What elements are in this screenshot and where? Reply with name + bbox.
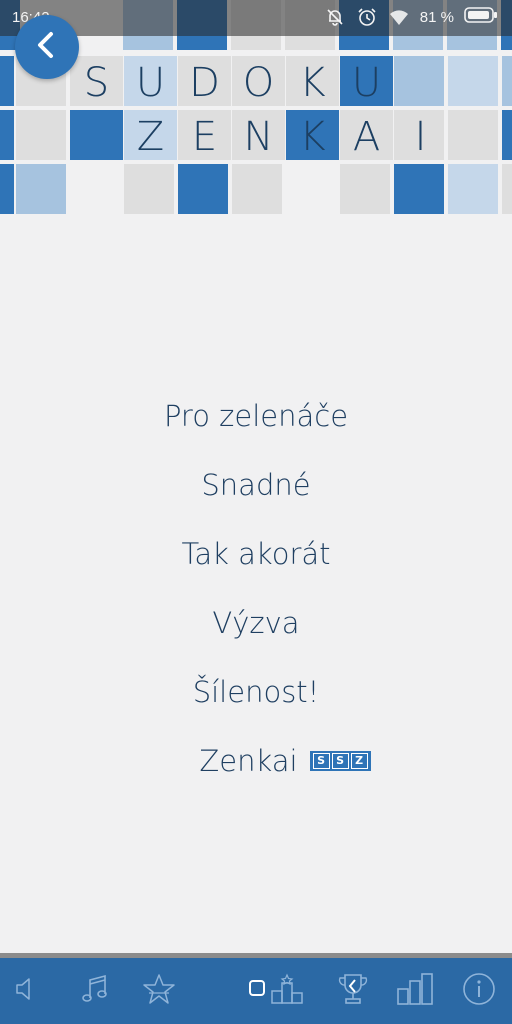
silent-bell-icon <box>324 6 346 28</box>
badge-letter: Z <box>350 753 368 769</box>
battery-icon <box>464 6 498 28</box>
music-note-icon <box>78 972 112 1010</box>
status-icons: 81 % <box>324 6 498 28</box>
rate-button[interactable] <box>136 968 182 1014</box>
title-letter: S <box>83 59 110 106</box>
title-letter: O <box>242 59 275 106</box>
star-icon <box>141 971 177 1011</box>
status-bar: 16:42 81 % <box>0 0 512 36</box>
title-letter: A <box>352 113 381 160</box>
title-letter: I <box>414 113 427 160</box>
title-letter: U <box>351 59 382 106</box>
mosaic-tile <box>0 110 14 160</box>
menu-item-zenkai[interactable]: Zenkai S S Z <box>0 732 512 790</box>
mosaic-tile <box>0 56 14 106</box>
title-letter: K <box>299 59 326 106</box>
badge-letter: S <box>312 753 330 769</box>
back-button[interactable] <box>15 15 79 79</box>
mosaic-tile <box>502 164 512 214</box>
menu-item-label: Pro zelenáče <box>163 399 349 433</box>
ssz-badge: S S Z <box>309 751 371 771</box>
statistics-button[interactable] <box>392 968 438 1014</box>
leaderboard-button[interactable] <box>244 968 308 1014</box>
mosaic-tile <box>0 164 14 214</box>
title-letter: U <box>135 59 166 106</box>
mosaic-tile <box>124 164 174 214</box>
menu-item-pro-zelenace[interactable]: Pro zelenáče <box>0 387 512 445</box>
mosaic-tile <box>178 164 228 214</box>
menu-item-vyzva[interactable]: Výzva <box>0 594 512 652</box>
mosaic-tile <box>448 164 498 214</box>
mosaic-tile <box>340 164 390 214</box>
mosaic-tile <box>394 164 444 214</box>
info-button[interactable] <box>456 968 502 1014</box>
bar-chart-icon <box>395 971 435 1011</box>
mosaic-tile <box>448 56 498 106</box>
speaker-icon <box>11 974 41 1008</box>
app-root: S U D O K U Z E N K A I 16:42 81 % Pro z… <box>0 0 512 1024</box>
sound-button[interactable] <box>3 968 49 1014</box>
alarm-clock-icon <box>356 6 378 28</box>
zenkai-label-group: Zenkai S S Z <box>199 744 371 778</box>
title-letter: Z <box>136 113 165 160</box>
leaderboard-podium-icon <box>246 971 306 1011</box>
title-letter: K <box>299 113 326 160</box>
badge-letter: S <box>331 753 349 769</box>
trophy-icon <box>336 971 370 1011</box>
menu-item-snadne[interactable]: Snadné <box>0 456 512 514</box>
menu-item-label: Zenkai <box>199 744 298 778</box>
title-letter: N <box>243 113 274 160</box>
title-letter: E <box>191 113 218 160</box>
bottom-toolbar <box>0 958 512 1024</box>
menu-item-label: Šílenost! <box>192 675 320 709</box>
achievements-button[interactable] <box>330 968 376 1014</box>
menu-item-silenost[interactable]: Šílenost! <box>0 663 512 721</box>
menu-item-tak-akorat[interactable]: Tak akorát <box>0 525 512 583</box>
mosaic-tile <box>232 164 282 214</box>
mosaic-tile <box>448 110 498 160</box>
mosaic-tile <box>394 56 444 106</box>
menu-item-label: Tak akorát <box>181 537 331 571</box>
mosaic-tile <box>16 110 66 160</box>
title-letter: D <box>189 59 220 106</box>
mosaic-tile <box>16 164 66 214</box>
menu-item-label: Výzva <box>212 606 300 640</box>
menu-item-label: Snadné <box>201 468 311 502</box>
wifi-icon <box>388 6 410 28</box>
battery-percentage: 81 % <box>419 8 454 26</box>
info-icon <box>461 971 497 1011</box>
music-button[interactable] <box>72 968 118 1014</box>
mosaic-tile <box>70 110 123 160</box>
chevron-left-icon <box>32 30 62 64</box>
mosaic-tile <box>502 56 512 106</box>
mosaic-tile <box>502 110 512 160</box>
